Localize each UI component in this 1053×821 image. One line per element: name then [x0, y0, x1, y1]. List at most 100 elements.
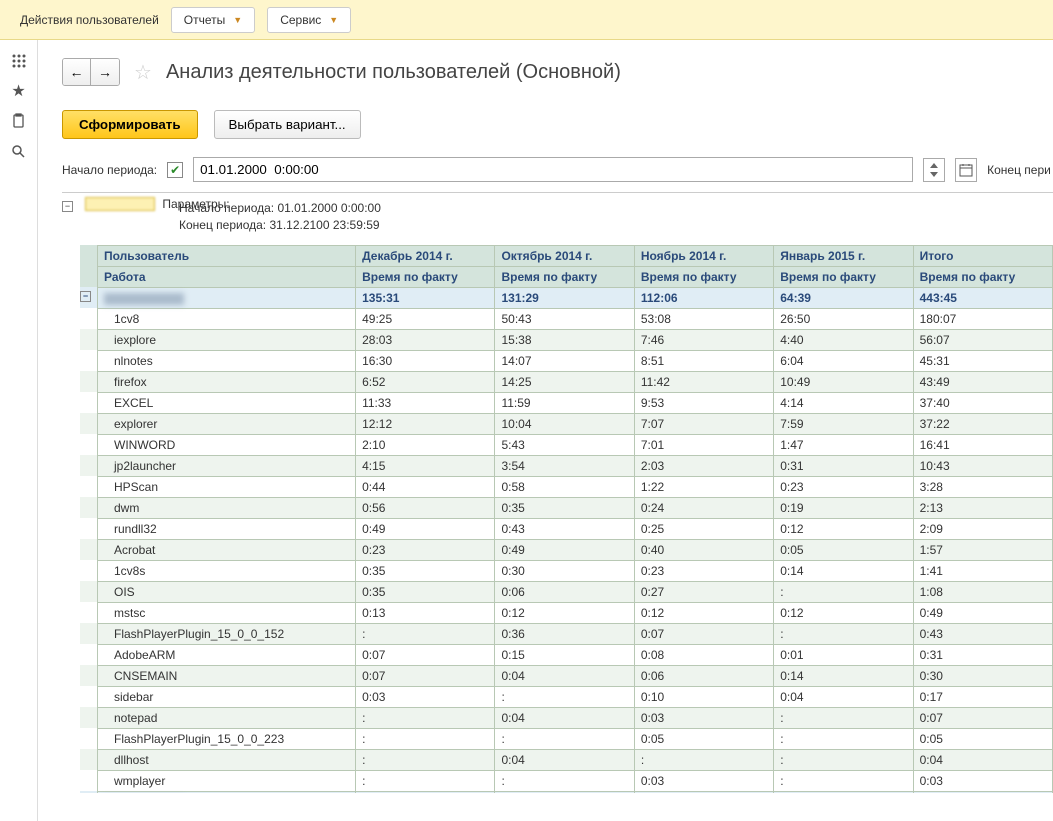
- period-checkbox[interactable]: ✔: [167, 162, 183, 178]
- value-cell: :: [495, 686, 634, 707]
- table-row[interactable]: OIS0:350:060:27:1:08: [80, 581, 1053, 602]
- value-cell: :: [774, 623, 913, 644]
- service-dropdown[interactable]: Сервис ▼: [267, 7, 351, 33]
- table-row[interactable]: wmplayer::0:03:0:03: [80, 770, 1053, 791]
- value-cell: 0:43: [495, 518, 634, 539]
- nav-back-button[interactable]: ←: [63, 59, 91, 85]
- value-cell: 0:17: [913, 686, 1052, 707]
- value-cell: 0:30: [495, 560, 634, 581]
- favorite-star[interactable]: ☆: [134, 60, 152, 85]
- params-line-2: Конец периода: 31.12.2100 23:59:59: [179, 217, 381, 234]
- star-icon[interactable]: ★: [4, 76, 34, 106]
- app-name-cell: WINWORD: [98, 434, 356, 455]
- app-name-cell: dwm: [98, 497, 356, 518]
- value-cell: 37:22: [913, 413, 1052, 434]
- total-cell: 33:39: [774, 791, 913, 793]
- table-row[interactable]: 1cv849:2550:4353:0826:50180:07: [80, 308, 1053, 329]
- table-row[interactable]: Acrobat0:230:490:400:051:57: [80, 539, 1053, 560]
- app-name-cell: wmplayer: [98, 770, 356, 791]
- value-cell: 0:04: [774, 686, 913, 707]
- value-cell: 0:49: [356, 518, 495, 539]
- value-cell: 0:44: [356, 476, 495, 497]
- table-row[interactable]: mstsc0:130:120:120:120:49: [80, 602, 1053, 623]
- collapse-toggle[interactable]: −: [62, 201, 73, 212]
- table-row[interactable]: sidebar0:03:0:100:040:17: [80, 686, 1053, 707]
- value-cell: 0:58: [495, 476, 634, 497]
- form-button[interactable]: Сформировать: [62, 110, 198, 139]
- reports-label: Отчеты: [184, 13, 225, 27]
- blurred-field: [85, 197, 155, 211]
- chevron-down-icon: ▼: [233, 15, 242, 25]
- value-cell: 2:09: [913, 518, 1052, 539]
- value-cell: 0:04: [495, 707, 634, 728]
- total-cell: 143:29: [356, 791, 495, 793]
- value-cell: :: [774, 581, 913, 602]
- table-row[interactable]: FlashPlayerPlugin_15_0_0_223::0:05:0:05: [80, 728, 1053, 749]
- value-cell: 0:31: [774, 455, 913, 476]
- actions-link[interactable]: Действия пользователей: [20, 13, 159, 27]
- value-cell: 0:12: [495, 602, 634, 623]
- nav-forward-button[interactable]: →: [91, 59, 119, 85]
- app-name-cell: FlashPlayerPlugin_15_0_0_152: [98, 623, 356, 644]
- nav-buttons: ← →: [62, 58, 120, 86]
- table-row[interactable]: 1cv8s0:350:300:230:141:41: [80, 560, 1053, 581]
- value-cell: 6:04: [774, 350, 913, 371]
- calendar-icon[interactable]: [955, 158, 977, 182]
- app-name-cell: rundll32: [98, 518, 356, 539]
- value-cell: 0:07: [356, 665, 495, 686]
- table-row[interactable]: nlnotes16:3014:078:516:0445:31: [80, 350, 1053, 371]
- clipboard-icon[interactable]: [4, 106, 34, 136]
- header-work: Работа: [98, 266, 356, 287]
- value-cell: 0:07: [634, 623, 773, 644]
- table-row[interactable]: WINWORD2:105:437:011:4716:41: [80, 434, 1053, 455]
- value-cell: 0:06: [634, 665, 773, 686]
- value-cell: 0:12: [774, 602, 913, 623]
- period-start-input[interactable]: [193, 157, 913, 182]
- reports-dropdown[interactable]: Отчеты ▼: [171, 7, 255, 33]
- value-cell: 0:35: [495, 497, 634, 518]
- value-cell: :: [356, 623, 495, 644]
- value-cell: 0:05: [634, 728, 773, 749]
- table-row[interactable]: EXCEL11:3311:599:534:1437:40: [80, 392, 1053, 413]
- table-row[interactable]: notepad:0:040:03:0:07: [80, 707, 1053, 728]
- app-name-cell: mstsc: [98, 602, 356, 623]
- table-row[interactable]: jp2launcher4:153:542:030:3110:43: [80, 455, 1053, 476]
- value-cell: 10:04: [495, 413, 634, 434]
- table-user-row[interactable]: −143:29135:0793:5933:39406:13: [80, 791, 1053, 793]
- row-collapse-toggle[interactable]: −: [80, 291, 91, 302]
- table-row[interactable]: AdobeARM0:070:150:080:010:31: [80, 644, 1053, 665]
- table-row[interactable]: dwm0:560:350:240:192:13: [80, 497, 1053, 518]
- header-c3: Ноябрь 2014 г.: [634, 245, 773, 266]
- value-cell: 2:03: [634, 455, 773, 476]
- table-row[interactable]: iexplore28:0315:387:464:4056:07: [80, 329, 1053, 350]
- apps-icon[interactable]: [4, 46, 34, 76]
- value-cell: 2:10: [356, 434, 495, 455]
- header-sub1: Время по факту: [356, 266, 495, 287]
- table-row[interactable]: HPScan0:440:581:220:233:28: [80, 476, 1053, 497]
- search-icon[interactable]: [4, 136, 34, 166]
- app-name-cell: 1cv8: [98, 308, 356, 329]
- table-row[interactable]: rundll320:490:430:250:122:09: [80, 518, 1053, 539]
- value-cell: 0:12: [774, 518, 913, 539]
- table-row[interactable]: FlashPlayerPlugin_15_0_0_152:0:360:07:0:…: [80, 623, 1053, 644]
- app-name-cell: nlnotes: [98, 350, 356, 371]
- value-cell: 0:14: [774, 665, 913, 686]
- table-user-row[interactable]: −135:31131:29112:0664:39443:45: [80, 287, 1053, 308]
- select-variant-button[interactable]: Выбрать вариант...: [214, 110, 361, 139]
- period-spinner[interactable]: [923, 158, 945, 182]
- app-name-cell: iexplore: [98, 329, 356, 350]
- value-cell: 0:15: [495, 644, 634, 665]
- value-cell: :: [495, 770, 634, 791]
- app-name-cell: FlashPlayerPlugin_15_0_0_223: [98, 728, 356, 749]
- value-cell: 56:07: [913, 329, 1052, 350]
- period-start-label: Начало периода:: [62, 163, 157, 177]
- value-cell: 0:35: [356, 560, 495, 581]
- table-row[interactable]: firefox6:5214:2511:4210:4943:49: [80, 371, 1053, 392]
- value-cell: 0:14: [774, 560, 913, 581]
- value-cell: 0:27: [634, 581, 773, 602]
- table-row[interactable]: dllhost:0:04::0:04: [80, 749, 1053, 770]
- table-row[interactable]: CNSEMAIN0:070:040:060:140:30: [80, 665, 1053, 686]
- table-row[interactable]: explorer12:1210:047:077:5937:22: [80, 413, 1053, 434]
- total-cell: 406:13: [913, 791, 1052, 793]
- value-cell: :: [634, 749, 773, 770]
